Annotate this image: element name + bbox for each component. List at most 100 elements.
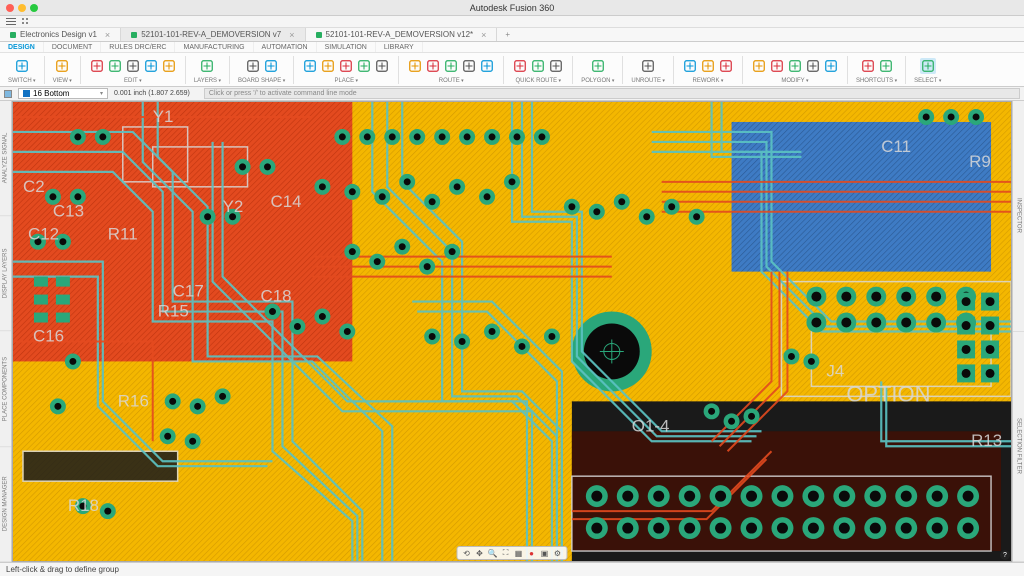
view-2d-icon[interactable] (54, 58, 70, 74)
group-label[interactable]: VIEW (53, 78, 72, 84)
pcb-canvas[interactable]: Y1C2C13C12R11Y2C14C17C18R15C16R16R18C11R… (12, 101, 1012, 562)
sidebar-tab[interactable]: SELECTION FILTER (1013, 332, 1024, 563)
group-label[interactable]: SHORTCUTS (856, 78, 897, 84)
diff-icon[interactable] (461, 58, 477, 74)
corner-icon[interactable] (700, 58, 716, 74)
svg-text:R11: R11 (108, 225, 138, 244)
move-icon[interactable] (89, 58, 105, 74)
rotate-icon[interactable] (805, 58, 821, 74)
document-tab[interactable]: 52101-101-REV-A_DEMOVERSION v7× (121, 28, 305, 41)
group-label[interactable]: QUICK ROUTE (515, 78, 561, 84)
hole-icon[interactable] (338, 58, 354, 74)
line-icon[interactable] (374, 58, 390, 74)
help-button[interactable]: ? (1000, 550, 1010, 560)
sidebar-tab[interactable]: DISPLAY LAYERS (0, 216, 11, 331)
scale-icon[interactable] (823, 58, 839, 74)
ribbon-tab[interactable]: LIBRARY (376, 42, 423, 52)
left-sidebar: ANALYZE SIGNALDISPLAY LAYERSPLACE COMPON… (0, 101, 12, 562)
group-label[interactable]: BOARD SHAPE (238, 78, 285, 84)
pan-icon[interactable]: ✥ (475, 548, 485, 558)
close-icon[interactable]: × (481, 30, 486, 40)
fanout-icon[interactable] (443, 58, 459, 74)
maximize-window-button[interactable] (30, 4, 38, 12)
layer-selector[interactable]: 16 Bottom ▾ (18, 88, 108, 99)
zoom-icon[interactable]: 🔍 (488, 548, 498, 558)
group-label[interactable]: PLACE (334, 78, 358, 84)
command-hint: Click or press '/' to activate command l… (209, 90, 357, 97)
settings-icon[interactable]: ⚙ (553, 548, 563, 558)
group-label[interactable]: SWITCH (8, 78, 36, 84)
tab-label: Electronics Design v1 (20, 30, 97, 39)
ribbon-tab[interactable]: RULES DRC/ERC (101, 42, 175, 52)
toolbar-group: SELECT (910, 55, 945, 84)
grid-toggle-icon[interactable]: ▦ (514, 548, 524, 558)
name-icon[interactable] (107, 58, 123, 74)
orbit-icon[interactable]: ⟲ (462, 548, 472, 558)
ribbon-toolbar: SWITCH VIEW EDIT LAYERS BOARD SHAPE PLACE ROUT… (0, 53, 1024, 87)
sidebar-tab[interactable]: PLACE COMPONENTS (0, 332, 11, 447)
qr3-icon[interactable] (548, 58, 564, 74)
poly-icon[interactable] (590, 58, 606, 74)
cursor-icon[interactable] (920, 58, 936, 74)
ribbon-tab[interactable]: DESIGN (0, 42, 44, 52)
ribbon-tab[interactable]: AUTOMATION (254, 42, 317, 52)
qr2-icon[interactable] (530, 58, 546, 74)
display-icon[interactable]: ▣ (540, 548, 550, 558)
document-tab[interactable]: 52101-101-REV-A_DEMOVERSION v12*× (306, 28, 498, 41)
grid-icon[interactable] (878, 58, 894, 74)
sidebar-tab[interactable]: DESIGN MANAGER (0, 447, 11, 562)
derive-icon[interactable] (263, 58, 279, 74)
layers-icon[interactable] (199, 58, 215, 74)
mirror-icon[interactable] (718, 58, 734, 74)
group-label[interactable]: REWORK (693, 78, 724, 84)
group-label[interactable]: LAYERS (194, 78, 221, 84)
sidebar-tab[interactable]: INSPECTOR (1013, 101, 1024, 332)
fit-icon[interactable]: ⛶ (501, 548, 511, 558)
close-icon[interactable]: × (105, 30, 110, 40)
check-icon[interactable] (143, 58, 159, 74)
close-window-button[interactable] (6, 4, 14, 12)
component-icon[interactable] (302, 58, 318, 74)
command-line-input[interactable]: Click or press '/' to activate command l… (204, 88, 1020, 99)
group-label[interactable]: MODIFY (781, 78, 808, 84)
delete-icon[interactable] (125, 58, 141, 74)
lock-icon[interactable] (161, 58, 177, 74)
new-tab-button[interactable]: + (497, 28, 518, 41)
ribbon-tab[interactable]: SIMULATION (317, 42, 376, 52)
group-label[interactable]: EDIT (124, 78, 142, 84)
toolbar-group: QUICK ROUTE (508, 55, 568, 84)
outline-icon[interactable] (245, 58, 261, 74)
qr1-icon[interactable] (512, 58, 528, 74)
ripup-icon[interactable] (425, 58, 441, 74)
chevron-down-icon: ▾ (100, 90, 103, 97)
toolbar-group: ROUTE (403, 55, 499, 84)
via-icon[interactable] (320, 58, 336, 74)
meander-icon[interactable] (479, 58, 495, 74)
unroute-icon[interactable] (640, 58, 656, 74)
move2-icon[interactable] (787, 58, 803, 74)
text-icon[interactable] (356, 58, 372, 74)
align-icon[interactable] (769, 58, 785, 74)
group-label[interactable]: POLYGON (581, 78, 614, 84)
minimize-window-button[interactable] (18, 4, 26, 12)
sidebar-tab[interactable]: ANALYZE SIGNAL (0, 101, 11, 216)
switch-pcb-icon[interactable] (14, 58, 30, 74)
ribbon-tab[interactable]: DOCUMENT (44, 42, 101, 52)
toolbar-group: POLYGON (577, 55, 618, 84)
route-icon[interactable] (407, 58, 423, 74)
layer-flip-icon[interactable] (4, 90, 12, 98)
slice-icon[interactable] (682, 58, 698, 74)
close-icon[interactable]: × (289, 30, 294, 40)
document-tab[interactable]: Electronics Design v1 × (0, 28, 121, 41)
hash-icon[interactable] (860, 58, 876, 74)
group-label[interactable]: ROUTE (439, 78, 464, 84)
svg-text:OPTION: OPTION (846, 381, 930, 406)
group-label[interactable]: SELECT (914, 78, 941, 84)
navigation-bar: ⟲ ✥ 🔍 ⛶ ▦ ● ▣ ⚙ (457, 546, 568, 560)
data-panel-icon[interactable] (20, 18, 28, 26)
array-icon[interactable] (751, 58, 767, 74)
ribbon-tab[interactable]: MANUFACTURING (175, 42, 253, 52)
panel-toggle-icon[interactable] (6, 18, 16, 26)
record-icon[interactable]: ● (527, 548, 537, 558)
group-label[interactable]: UNROUTE (631, 78, 665, 84)
